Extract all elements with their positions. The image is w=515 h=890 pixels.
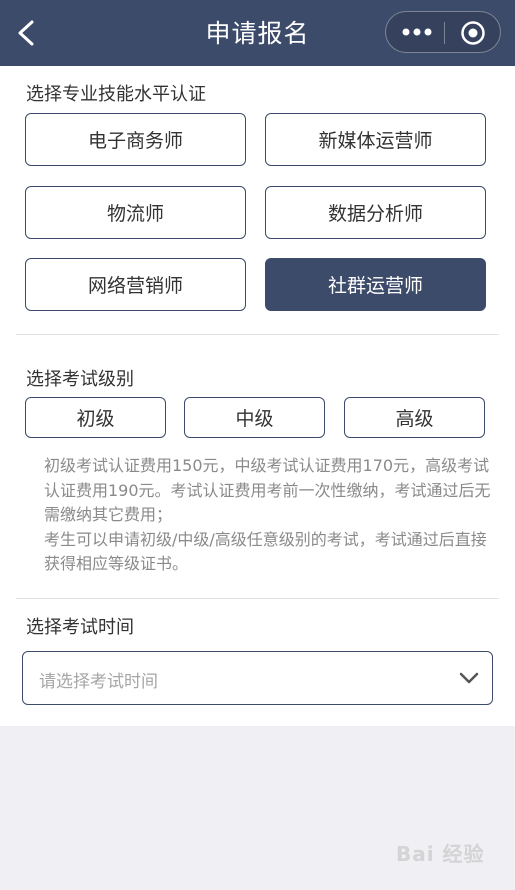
chevron-down-icon <box>459 672 479 684</box>
capsule-divider <box>444 22 445 44</box>
section-divider <box>16 334 499 335</box>
level-option-junior[interactable]: 初级 <box>25 397 166 438</box>
skill-option-online-marketing[interactable]: 网络营销师 <box>25 258 246 311</box>
navigation-bar: 申请报名 <box>0 0 515 66</box>
exam-time-placeholder: 请选择考试时间 <box>39 672 158 692</box>
fee-description-paragraph: 初级考试认证费用150元，中级考试认证费用170元，高级考试认证费用190元。考… <box>44 456 491 524</box>
skill-option-data-analysis[interactable]: 数据分析师 <box>265 186 486 239</box>
skills-section-label: 选择专业技能水平认证 <box>26 84 206 105</box>
skill-option-new-media[interactable]: 新媒体运营师 <box>265 113 486 166</box>
skill-option-ecommerce[interactable]: 电子商务师 <box>25 113 246 166</box>
mini-program-capsule <box>385 11 501 53</box>
close-target-icon[interactable] <box>460 20 486 46</box>
skill-option-community-ops-selected[interactable]: 社群运营师 <box>265 258 486 311</box>
skill-option-logistics[interactable]: 物流师 <box>25 186 246 239</box>
level-option-senior[interactable]: 高级 <box>344 397 485 438</box>
exam-time-section-label: 选择考试时间 <box>26 617 134 638</box>
fee-description-paragraph: 考生可以申请初级/中级/高级任意级别的考试，考试通过后直接获得相应等级证书。 <box>44 529 487 574</box>
section-divider <box>16 598 499 599</box>
exam-time-select[interactable]: 请选择考试时间 <box>22 651 493 705</box>
level-option-intermediate[interactable]: 中级 <box>184 397 325 438</box>
levels-section-label: 选择考试级别 <box>26 369 134 390</box>
watermark-logo: Bai 经验 <box>396 842 485 866</box>
form-card: 选择专业技能水平认证 电子商务师 新媒体运营师 物流师 数据分析师 网络营销师 … <box>0 66 515 726</box>
more-dots-icon[interactable] <box>400 24 434 40</box>
fee-description: 初级考试认证费用150元，中级考试认证费用170元，高级考试认证费用190元。考… <box>44 454 494 577</box>
